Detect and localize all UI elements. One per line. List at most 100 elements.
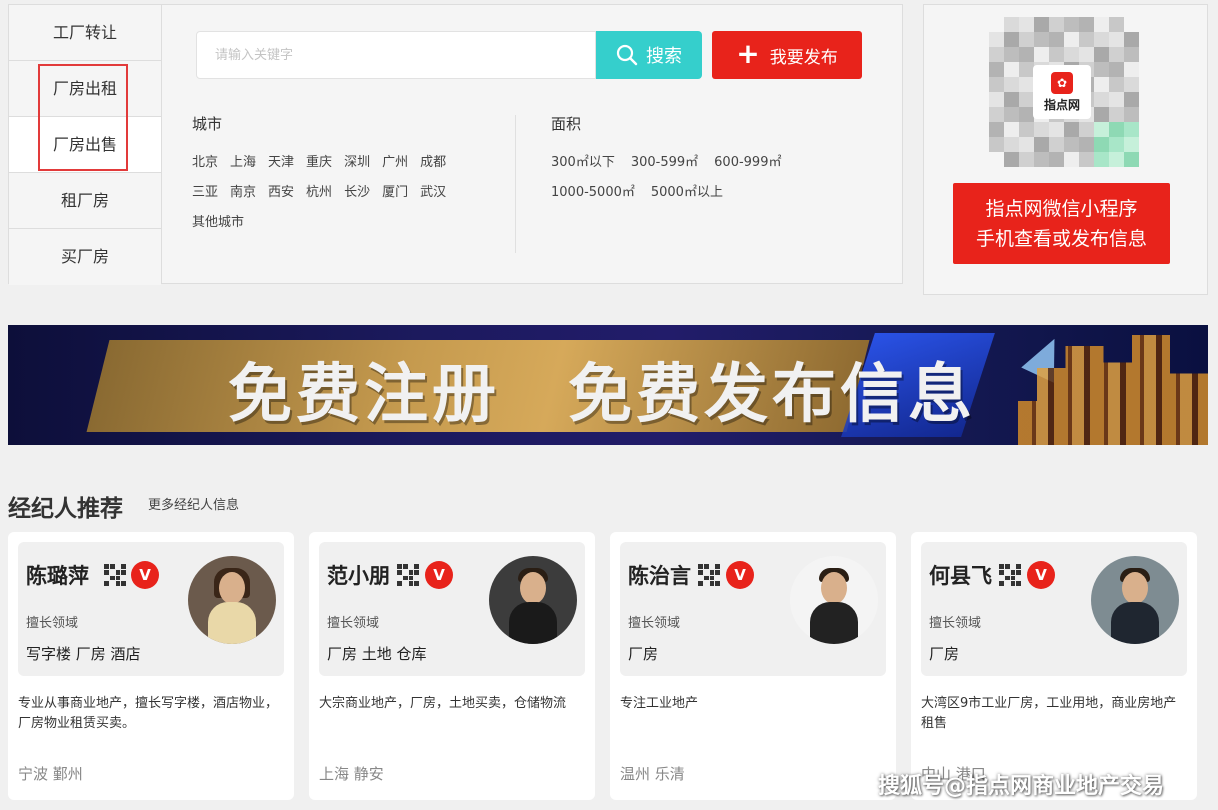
qr-pixel bbox=[1019, 107, 1034, 122]
qr-code-icon[interactable] bbox=[999, 564, 1021, 586]
sidebar-item-rent-factory[interactable]: 租厂房 bbox=[9, 173, 161, 229]
sidebar-item-factory-transfer[interactable]: 工厂转让 bbox=[9, 5, 161, 61]
city-link[interactable]: 北京 bbox=[192, 151, 218, 170]
source-watermark: 搜狐号@指点网商业地产交易 bbox=[878, 774, 1165, 799]
qr-pixel bbox=[1109, 107, 1124, 122]
area-link[interactable]: 300-599㎡ bbox=[631, 151, 698, 170]
more-agents-link[interactable]: 更多经纪人信息 bbox=[148, 494, 239, 513]
city-link[interactable]: 三亚 bbox=[192, 181, 218, 200]
sidebar-item-buy-factory[interactable]: 买厂房 bbox=[9, 229, 161, 285]
agent-card[interactable]: 陈璐萍 V 擅长领域 写字楼 厂房 酒店 专业从事商业地产，擅长写字楼，酒店物业… bbox=[8, 532, 294, 800]
agent-name: 陈治言 bbox=[628, 564, 691, 588]
agent-card[interactable]: 何县飞 V 擅长领域 厂房 大湾区9市工业厂房，工业用地，商业房地产租售 中山 … bbox=[911, 532, 1197, 800]
qr-pixel bbox=[989, 122, 1004, 137]
mini-program-panel: ✿ 指点网 指点网微信小程序 手机查看或发布信息 bbox=[923, 4, 1208, 295]
publish-button-label: 我要发布 bbox=[769, 47, 838, 68]
qr-pixel bbox=[1124, 122, 1139, 137]
qr-pixel bbox=[1109, 77, 1124, 92]
mini-program-promo[interactable]: 指点网微信小程序 手机查看或发布信息 bbox=[953, 183, 1170, 264]
city-link[interactable]: 南京 bbox=[230, 181, 256, 200]
qr-code-icon[interactable] bbox=[698, 564, 720, 586]
city-link-other[interactable]: 其他城市 bbox=[192, 211, 244, 230]
qr-pixel bbox=[1034, 47, 1049, 62]
city-link[interactable]: 厦门 bbox=[382, 181, 408, 200]
qr-pixel bbox=[1034, 17, 1049, 32]
qr-pixel bbox=[1124, 107, 1139, 122]
qr-pixel bbox=[1064, 17, 1079, 32]
verified-icon: V bbox=[726, 561, 754, 589]
agent-card-header: 陈治言 V 擅长领域 厂房 bbox=[620, 542, 886, 676]
qr-pixel bbox=[1064, 47, 1079, 62]
area-filter-title: 面积 bbox=[551, 115, 582, 133]
banner-text: 免费注册 免费发布信息 bbox=[228, 358, 976, 432]
agent-location: 上海 静安 bbox=[319, 765, 384, 783]
qr-pixel bbox=[1124, 17, 1139, 32]
qr-pixel bbox=[1004, 62, 1019, 77]
city-link[interactable]: 天津 bbox=[268, 151, 294, 170]
qr-pixel bbox=[1064, 32, 1079, 47]
qr-pixel bbox=[1124, 62, 1139, 77]
publish-button[interactable]: + 我要发布 bbox=[712, 31, 862, 79]
qr-pixel bbox=[1004, 47, 1019, 62]
free-register-banner[interactable]: 免费注册 免费发布信息 bbox=[8, 325, 1208, 445]
specialty-label: 擅长领域 bbox=[628, 616, 681, 631]
area-link[interactable]: 300㎡以下 bbox=[551, 151, 615, 170]
logo-name: 指点网 bbox=[1043, 97, 1080, 112]
sidebar-item-factory-sale[interactable]: 厂房出售 bbox=[9, 117, 161, 173]
area-link[interactable]: 600-999㎡ bbox=[714, 151, 781, 170]
sidebar-item-factory-rent-out[interactable]: 厂房出租 bbox=[9, 61, 161, 117]
city-link[interactable]: 深圳 bbox=[344, 151, 370, 170]
city-link[interactable]: 重庆 bbox=[306, 151, 332, 170]
qr-pixel bbox=[1049, 47, 1064, 62]
city-link[interactable]: 广州 bbox=[382, 151, 408, 170]
qr-pixel bbox=[1094, 17, 1109, 32]
qr-code-icon[interactable] bbox=[397, 564, 419, 586]
city-link[interactable]: 长沙 bbox=[344, 181, 370, 200]
city-link[interactable]: 武汉 bbox=[420, 181, 446, 200]
qr-pixel bbox=[989, 137, 1004, 152]
specialty-tags: 厂房 土地 仓库 bbox=[327, 645, 427, 663]
search-input[interactable] bbox=[196, 31, 596, 79]
area-link[interactable]: 1000-5000㎡ bbox=[551, 181, 635, 200]
qr-pixel bbox=[1064, 152, 1079, 167]
agent-name: 何县飞 bbox=[929, 564, 992, 588]
search-button[interactable]: 搜索 bbox=[596, 31, 702, 79]
qr-pixel bbox=[1019, 47, 1034, 62]
city-link[interactable]: 西安 bbox=[268, 181, 294, 200]
qr-pixel bbox=[1124, 77, 1139, 92]
qr-pixel bbox=[1094, 137, 1109, 152]
qr-pixel bbox=[1019, 122, 1034, 137]
qr-pixel bbox=[1004, 107, 1019, 122]
qr-pixel bbox=[1109, 32, 1124, 47]
qr-pixel bbox=[1019, 62, 1034, 77]
agent-card-header: 陈璐萍 V 擅长领域 写字楼 厂房 酒店 bbox=[18, 542, 284, 676]
qr-pixel bbox=[1019, 32, 1034, 47]
agent-description: 专注工业地产 bbox=[620, 696, 699, 711]
site-logo: ✿ 指点网 bbox=[1033, 65, 1091, 119]
qr-pixel bbox=[1004, 77, 1019, 92]
qr-pixel bbox=[1094, 77, 1109, 92]
qr-pixel bbox=[1019, 92, 1034, 107]
qr-pixel bbox=[989, 77, 1004, 92]
qr-pixel bbox=[1109, 92, 1124, 107]
agent-card[interactable]: 范小朋 V 擅长领域 厂房 土地 仓库 大宗商业地产，厂房，土地买卖，仓储物流 … bbox=[309, 532, 595, 800]
qr-pixel bbox=[1079, 47, 1094, 62]
agent-location: 温州 乐清 bbox=[620, 765, 685, 783]
area-link[interactable]: 5000㎡以上 bbox=[651, 181, 723, 200]
qr-pixel bbox=[1049, 137, 1064, 152]
qr-pixel bbox=[1034, 122, 1049, 137]
city-link[interactable]: 杭州 bbox=[306, 181, 332, 200]
city-link[interactable]: 成都 bbox=[420, 151, 446, 170]
qr-pixel bbox=[1109, 137, 1124, 152]
logo-mark-icon: ✿ bbox=[1051, 71, 1073, 94]
qr-pixel bbox=[1049, 152, 1064, 167]
agent-card[interactable]: 陈治言 V 擅长领域 厂房 专注工业地产 温州 乐清 bbox=[610, 532, 896, 800]
qr-code-icon[interactable] bbox=[104, 564, 126, 586]
qr-pixel bbox=[1019, 77, 1034, 92]
promo-line-2: 手机查看或发布信息 bbox=[975, 227, 1147, 250]
avatar bbox=[188, 556, 276, 644]
specialty-label: 擅长领域 bbox=[26, 616, 79, 631]
city-link[interactable]: 上海 bbox=[230, 151, 256, 170]
specialty-tags: 厂房 bbox=[628, 645, 659, 663]
qr-pixel bbox=[1124, 32, 1139, 47]
